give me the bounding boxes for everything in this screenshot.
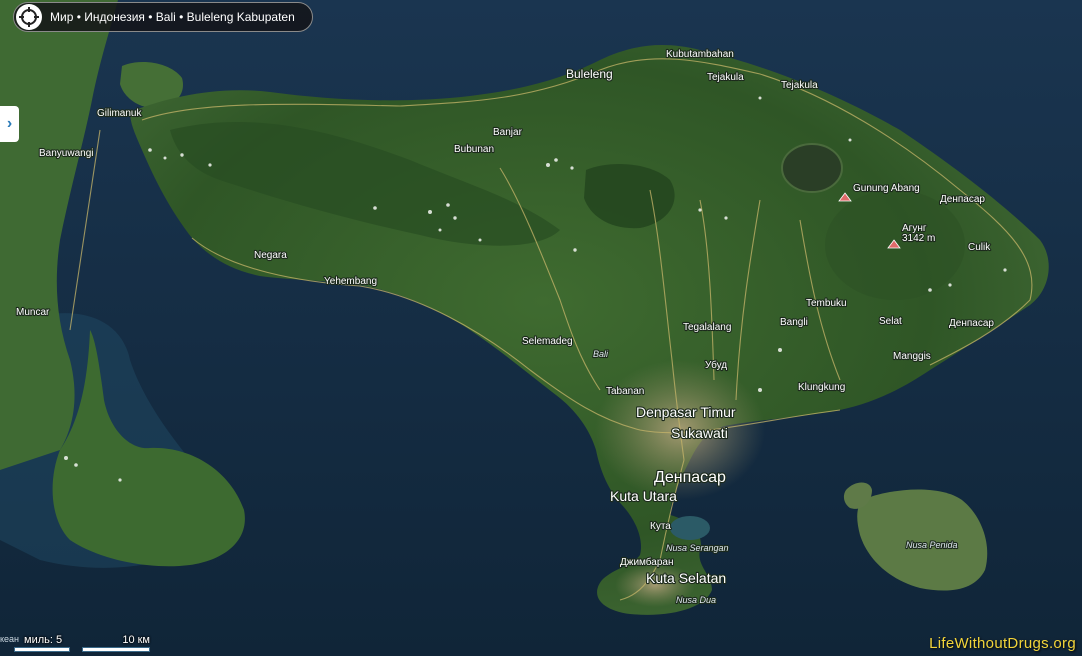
batur-crater bbox=[781, 143, 843, 193]
label-banjar[interactable]: Banjar bbox=[492, 126, 524, 139]
label-bangli[interactable]: Bangli bbox=[779, 316, 809, 329]
label-gilimanuk[interactable]: Gilimanuk bbox=[96, 107, 144, 120]
label-banyuwangi[interactable]: Banyuwangi bbox=[38, 147, 95, 160]
label-klungkung[interactable]: Klungkung bbox=[797, 381, 846, 394]
label-nusa-serangan[interactable]: Nusa Serangan bbox=[665, 542, 730, 554]
scale-miles-label: миль: 5 bbox=[24, 634, 63, 646]
benoa-bay bbox=[670, 516, 710, 540]
label-agung-height: 3142 m bbox=[902, 233, 935, 244]
label-tejakula-2[interactable]: Tejakula bbox=[780, 79, 819, 92]
label-selemadeg[interactable]: Selemadeg bbox=[521, 335, 574, 348]
breadcrumb[interactable]: Мир • Индонезия • Bali • Buleleng Kabupa… bbox=[13, 2, 313, 32]
label-manggis[interactable]: Manggis bbox=[892, 350, 932, 363]
label-denpasar-ne[interactable]: Денпасар bbox=[939, 193, 987, 206]
breadcrumb-text[interactable]: Мир • Индонезия • Bali • Buleleng Kabupa… bbox=[50, 10, 295, 24]
label-kuta-utara[interactable]: Kuta Utara bbox=[609, 487, 678, 505]
label-tabanan[interactable]: Tabanan bbox=[605, 385, 646, 398]
label-jimbaran[interactable]: Джимбаран bbox=[619, 555, 675, 569]
watermark: LifeWithoutDrugs.org bbox=[929, 635, 1076, 652]
label-kubutambahan[interactable]: Kubutambahan bbox=[665, 48, 735, 61]
label-gunung-abang[interactable]: Gunung Abang bbox=[852, 182, 921, 195]
locate-button[interactable] bbox=[16, 4, 42, 30]
label-sukawati[interactable]: Sukawati bbox=[670, 424, 729, 442]
label-buleleng[interactable]: Buleleng bbox=[565, 66, 614, 82]
label-selat[interactable]: Selat bbox=[878, 315, 903, 328]
label-culik[interactable]: Culik bbox=[967, 241, 992, 254]
sidebar-toggle-button[interactable]: › bbox=[0, 106, 19, 142]
label-tegalalang[interactable]: Tegalalang bbox=[682, 321, 733, 334]
label-negara[interactable]: Negara bbox=[253, 249, 288, 262]
scale-km: 10 км bbox=[82, 634, 150, 652]
label-ubud[interactable]: Убуд bbox=[704, 358, 729, 372]
label-yehembang[interactable]: Yehembang bbox=[323, 275, 378, 288]
scale-km-bar bbox=[82, 647, 150, 652]
label-tejakula-1[interactable]: Tejakula bbox=[706, 71, 745, 84]
label-kuta-selatan[interactable]: Kuta Selatan bbox=[645, 569, 727, 587]
label-tembuku[interactable]: Tembuku bbox=[805, 297, 848, 310]
scale-miles: миль: 5 bbox=[14, 634, 70, 652]
label-denpasar-timur[interactable]: Denpasar Timur bbox=[635, 403, 737, 421]
satellite-map[interactable]: Buleleng Kubutambahan Tejakula Tejakula … bbox=[0, 0, 1082, 656]
label-nusa-dua[interactable]: Nusa Dua bbox=[675, 594, 717, 606]
label-denpasar-e[interactable]: Денпасар bbox=[948, 317, 996, 330]
label-nusa-penida[interactable]: Nusa Penida bbox=[905, 539, 959, 551]
label-denpasar[interactable]: Денпасар bbox=[653, 468, 727, 487]
crosshair-icon bbox=[19, 7, 39, 27]
chevron-right-icon: › bbox=[6, 115, 13, 132]
label-bubunan[interactable]: Bubunan bbox=[453, 143, 495, 156]
scale-km-label: 10 км bbox=[122, 634, 150, 646]
label-kuta[interactable]: Кута bbox=[649, 520, 672, 533]
label-muncar[interactable]: Muncar bbox=[15, 306, 51, 319]
label-bali[interactable]: Bali bbox=[592, 348, 610, 360]
scale-miles-bar bbox=[14, 647, 70, 652]
